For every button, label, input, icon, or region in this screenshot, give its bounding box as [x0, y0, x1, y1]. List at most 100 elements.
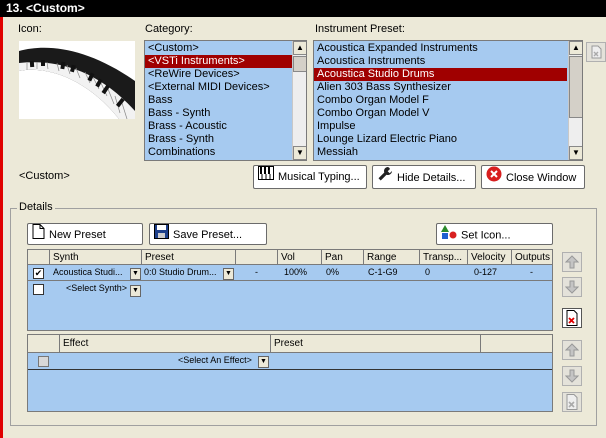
header-transpose[interactable]: Transp... [420, 250, 468, 265]
preset-name: <Custom> [19, 170, 70, 182]
category-item[interactable]: Bass [145, 94, 292, 107]
blank-value: - [255, 267, 258, 277]
synth-dropdown-arrow-icon[interactable]: ▼ [130, 268, 141, 280]
scroll-up-arrow-icon[interactable]: ▲ [293, 41, 306, 55]
new-document-icon [32, 224, 45, 246]
hide-details-button[interactable]: Hide Details... [372, 165, 476, 189]
instrument-preset-list[interactable]: Acoustica Expanded Instruments Acoustica… [313, 40, 583, 161]
add-effect-checkbox[interactable] [38, 356, 49, 367]
preset-item[interactable]: Acoustica Expanded Instruments [314, 42, 567, 55]
select-effect-dropdown-arrow-icon[interactable]: ▼ [258, 356, 269, 368]
transpose-value[interactable]: 0 [425, 266, 430, 279]
scroll-up-arrow-icon[interactable]: ▲ [569, 41, 582, 55]
header-check-column [28, 250, 50, 265]
header-outputs[interactable]: Outputs [512, 250, 552, 265]
category-item[interactable]: Combinations [145, 146, 292, 159]
category-item[interactable]: <External MIDI Devices> [145, 81, 292, 94]
category-item[interactable]: <ReWire Devices> [145, 68, 292, 81]
move-effect-down-arrow-icon[interactable] [562, 366, 582, 386]
preset-item[interactable]: Acoustica Instruments [314, 55, 567, 68]
select-synth-label[interactable]: <Select Synth> [66, 282, 127, 295]
header-check-column [28, 335, 60, 353]
shapes-icon [441, 224, 457, 247]
close-icon [486, 166, 502, 190]
window-title: 13. <Custom> [0, 0, 606, 17]
header-velocity[interactable]: Velocity [468, 250, 512, 265]
icon-label: Icon: [18, 23, 42, 35]
add-effect-row[interactable]: <Select An Effect> ▼ [28, 354, 552, 370]
instrument-icon-image[interactable] [19, 41, 135, 119]
wrench-icon [377, 166, 393, 190]
header-range[interactable]: Range [364, 250, 420, 265]
category-item[interactable]: <Custom> [145, 42, 292, 55]
new-preset-button[interactable]: New Preset [27, 223, 143, 245]
musical-typing-button[interactable]: Musical Typing... [253, 165, 367, 189]
details-label: Details [17, 201, 55, 213]
synth-name: Acoustica Studi... [53, 267, 123, 277]
scroll-thumb[interactable] [569, 56, 582, 118]
set-icon-label: Set Icon... [461, 229, 511, 242]
synth-enabled-checkbox[interactable]: ✔ [33, 268, 44, 279]
close-window-label: Close Window [506, 171, 577, 184]
piano-keyboard-icon [19, 47, 135, 119]
header-extra [481, 335, 552, 353]
preset-item[interactable]: Messiah [314, 146, 567, 159]
add-synth-row[interactable]: <Select Synth> ▼ [28, 282, 552, 297]
add-synth-checkbox[interactable] [33, 284, 44, 295]
new-preset-label: New Preset [49, 228, 106, 241]
delete-synth-icon[interactable] [562, 308, 582, 328]
header-synth[interactable]: Synth [50, 250, 142, 265]
synth-table-header: Synth Preset Vol Pan Range Transp... Vel… [28, 250, 552, 265]
instrument-preset-label: Instrument Preset: [315, 23, 405, 35]
scroll-down-arrow-icon[interactable]: ▼ [293, 146, 306, 160]
effect-table-header: Effect Preset [28, 335, 552, 353]
header-effect[interactable]: Effect [60, 335, 271, 353]
range-value[interactable]: C-1-G9 [368, 266, 398, 279]
header-pan[interactable]: Pan [322, 250, 364, 265]
category-label: Category: [145, 23, 193, 35]
move-down-arrow-icon[interactable] [562, 277, 582, 297]
save-preset-label: Save Preset... [173, 228, 243, 241]
vol-value[interactable]: 100% [284, 266, 307, 279]
delete-preset-icon[interactable] [586, 42, 606, 62]
preset-item[interactable]: Impulse [314, 120, 567, 133]
synth-preset-name: 0:0 Studio Drum... [144, 267, 217, 277]
hide-details-label: Hide Details... [397, 171, 466, 184]
header-effect-preset[interactable]: Preset [271, 335, 481, 353]
preset-scrollbar[interactable]: ▲ ▼ [568, 41, 582, 160]
delete-effect-icon[interactable] [562, 392, 582, 412]
preset-dropdown-arrow-icon[interactable]: ▼ [223, 268, 234, 280]
header-preset[interactable]: Preset [142, 250, 236, 265]
scroll-thumb[interactable] [293, 56, 306, 72]
header-vol[interactable]: Vol [278, 250, 322, 265]
move-up-arrow-icon[interactable] [562, 252, 582, 272]
header-blank[interactable] [236, 250, 278, 265]
velocity-value[interactable]: 0-127 [474, 266, 497, 279]
preset-item[interactable]: Combo Organ Model F [314, 94, 567, 107]
close-window-button[interactable]: Close Window [481, 165, 585, 189]
outputs-value[interactable]: - [530, 266, 533, 279]
synth-table[interactable]: Synth Preset Vol Pan Range Transp... Vel… [27, 249, 553, 331]
table-row[interactable]: ✔ Acoustica Studi... ▼ 0:0 Studio Drum..… [28, 266, 552, 281]
pan-value[interactable]: 0% [326, 266, 339, 279]
preset-item[interactable]: Alien 303 Bass Synthesizer [314, 81, 567, 94]
preset-item[interactable]: Combo Organ Model V [314, 107, 567, 120]
preset-item-selected[interactable]: Acoustica Studio Drums [314, 68, 567, 81]
category-item[interactable]: Brass - Acoustic [145, 120, 292, 133]
musical-typing-label: Musical Typing... [278, 171, 360, 183]
set-icon-button[interactable]: Set Icon... [436, 223, 553, 245]
preset-item[interactable]: Lounge Lizard Electric Piano [314, 133, 567, 146]
select-effect-label[interactable]: <Select An Effect> [178, 354, 252, 367]
window-edge [0, 0, 3, 438]
keyboard-icon [258, 166, 274, 188]
select-synth-dropdown-arrow-icon[interactable]: ▼ [130, 285, 141, 297]
category-item-selected[interactable]: <VSTi Instruments> [145, 55, 292, 68]
category-scrollbar[interactable]: ▲ ▼ [292, 41, 306, 160]
effect-table[interactable]: Effect Preset <Select An Effect> ▼ [27, 334, 553, 412]
save-preset-button[interactable]: Save Preset... [149, 223, 267, 245]
scroll-down-arrow-icon[interactable]: ▼ [569, 146, 582, 160]
move-effect-up-arrow-icon[interactable] [562, 340, 582, 360]
category-item[interactable]: Brass - Synth [145, 133, 292, 146]
category-list[interactable]: <Custom> <VSTi Instruments> <ReWire Devi… [144, 40, 307, 161]
category-item[interactable]: Bass - Synth [145, 107, 292, 120]
